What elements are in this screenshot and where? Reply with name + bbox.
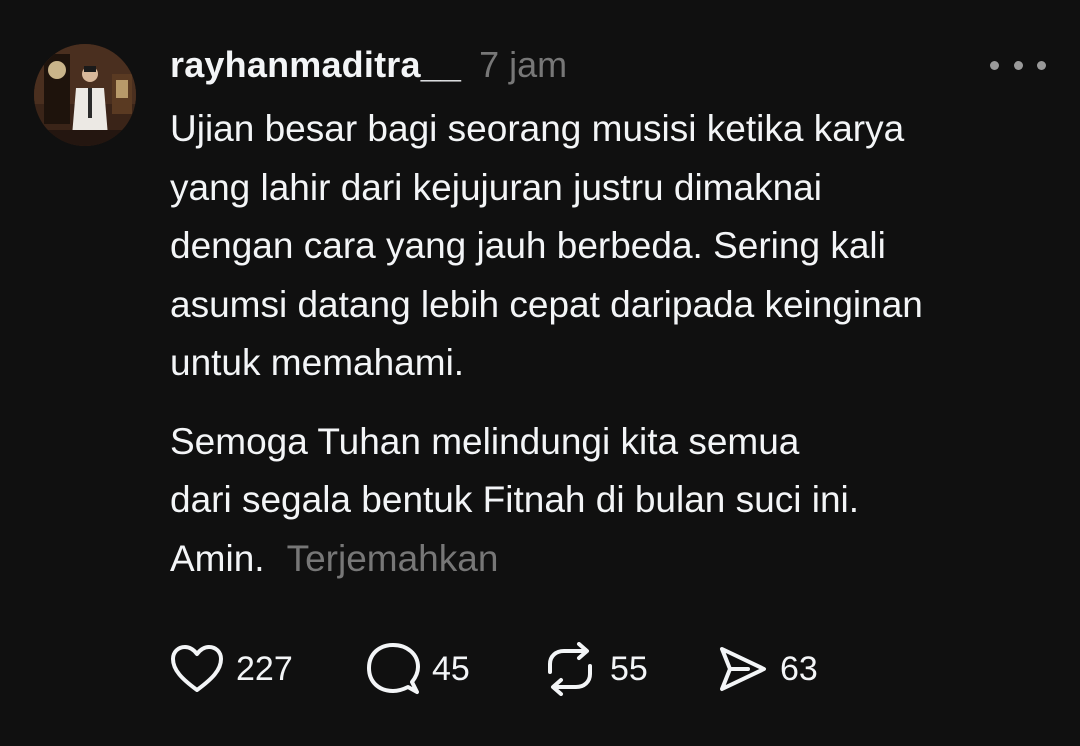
action-bar: 227 45 55 63 [170,640,870,698]
post-text-line: asumsi datang lebih cepat daripada keing… [170,283,923,325]
post-timestamp: 7 jam [479,44,568,85]
share-count: 63 [780,649,818,688]
translate-link[interactable]: Terjemahkan [287,538,499,579]
post-body: Ujian besar bagi seorang musisi ketika k… [170,100,1050,588]
thread-post: rayhanmaditra__ 7 jam Ujian besar bagi s… [0,0,1080,746]
speech-bubble-icon [367,643,420,694]
post-text-closing: Amin. [170,537,265,579]
more-horizontal-icon [990,60,999,70]
repost-button[interactable]: 55 [542,640,648,698]
send-icon [720,647,766,691]
more-horizontal-icon-dot [1013,60,1023,70]
username[interactable]: rayhanmaditra__ [170,44,461,86]
heart-icon [171,645,223,692]
post-text-line: dengan cara yang jauh berbeda. Sering ka… [170,225,886,266]
post-text-line: dari segala bentuk Fitnah di bulan suci … [170,479,860,520]
more-options-button[interactable] [990,50,1046,80]
repost-count: 55 [610,649,648,688]
like-button[interactable]: 227 [170,640,293,698]
post-text-line: untuk memahami. [170,342,465,383]
comment-count: 45 [432,649,470,688]
post-text-line: Ujian besar bagi seorang musisi ketika k… [170,108,905,149]
avatar[interactable] [34,44,136,146]
post-text-line-last: Amin. Terjemahkan [170,530,1050,589]
post-text-line: yang lahir dari kejujuran justru dimakna… [170,166,822,208]
comment-button[interactable]: 45 [366,640,470,698]
repost-arrows-icon [548,642,592,696]
share-button[interactable]: 63 [718,640,818,698]
more-horizontal-icon-dot [1037,60,1046,70]
avatar-image [34,44,136,146]
post-header: rayhanmaditra__ 7 jam [170,40,567,90]
like-count: 227 [236,649,293,688]
post-text-line: Semoga Tuhan melindungi kita semua [170,420,800,462]
